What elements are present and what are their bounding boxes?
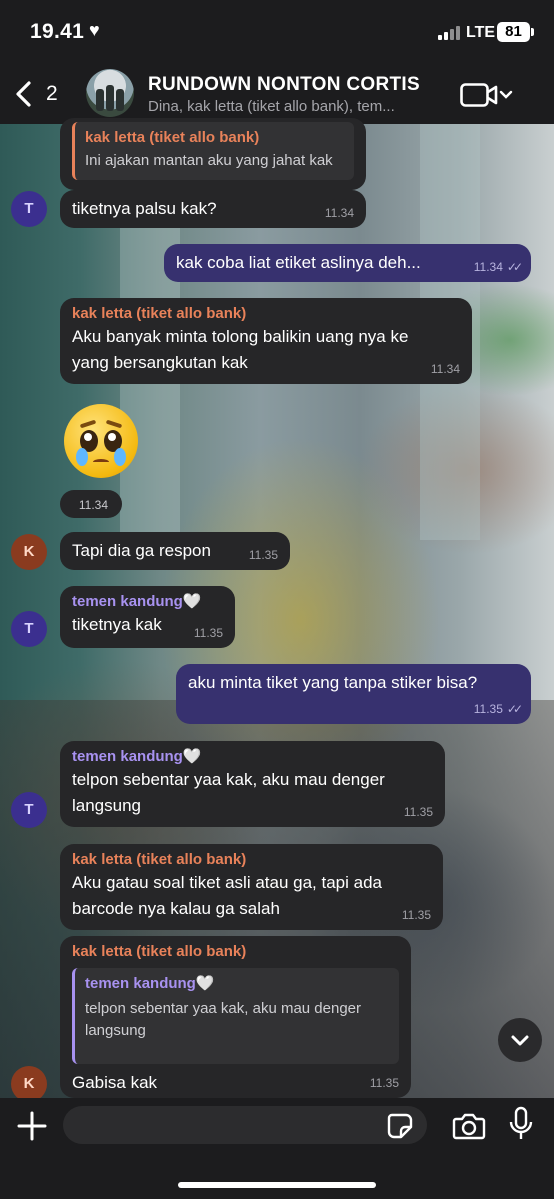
video-call-button[interactable]: [460, 82, 516, 108]
message-text: tiketnya palsu kak?: [72, 199, 217, 218]
microphone-icon: [509, 1106, 533, 1139]
reply-quote[interactable]: kak letta (tiket allo bank) Ini ajakan m…: [72, 122, 354, 180]
unread-count: 2: [46, 82, 58, 105]
sticker-icon: [387, 1113, 413, 1139]
pleading-face-emoji[interactable]: [64, 404, 138, 478]
plus-icon: [17, 1111, 47, 1141]
quote-text: Ini ajakan mantan aku yang jahat kak: [85, 152, 333, 169]
microphone-button[interactable]: [508, 1106, 534, 1142]
camera-icon: [452, 1113, 486, 1140]
attach-button[interactable]: [16, 1110, 48, 1142]
message-time: 11.34: [324, 206, 354, 220]
read-receipt-icon: ✓✓: [506, 260, 523, 274]
chevron-left-icon: [16, 81, 31, 107]
message-text: Tapi dia ga respon: [72, 541, 211, 560]
message-text: yang bersangkutan kak: [72, 353, 248, 372]
message-sender: temen kandung🤍: [72, 593, 202, 610]
message-time: 11.35: [193, 626, 223, 640]
group-avatar[interactable]: [86, 69, 134, 117]
chat-header: 2 RUNDOWN NONTON CORTIS Dina, kak letta …: [0, 66, 554, 124]
message-text: telpon sebentar yaa kak, aku mau denger: [72, 770, 385, 789]
message-bubble[interactable]: tiketnya palsu kak? 11.34: [60, 190, 366, 228]
message-sender: temen kandung🤍: [72, 748, 202, 765]
avatar[interactable]: T: [11, 611, 47, 647]
avatar[interactable]: K: [11, 1066, 47, 1102]
camera-button[interactable]: [452, 1112, 486, 1140]
message-bubble[interactable]: kak letta (tiket allo bank) Aku gatau so…: [60, 844, 443, 930]
video-camera-icon: [460, 83, 513, 107]
message-time-value: 11.34: [473, 260, 503, 274]
message-text: Gabisa kak: [72, 1073, 158, 1092]
group-title[interactable]: RUNDOWN NONTON CORTIS: [148, 74, 420, 96]
quote-sender: kak letta (tiket allo bank): [85, 129, 260, 146]
quote-sender: temen kandung🤍: [85, 975, 215, 992]
message-input[interactable]: [63, 1106, 427, 1144]
battery-icon: [531, 28, 534, 36]
heart-icon: ♥: [89, 20, 100, 40]
network-type: LTE: [466, 24, 496, 41]
message-bubble[interactable]: kak letta (tiket allo bank) Ini ajakan m…: [60, 118, 366, 190]
emoji-time-badge: 11.34: [60, 490, 122, 518]
message-time: 11.34 ✓✓: [473, 260, 523, 274]
message-time: 11.34: [78, 498, 108, 512]
quote-text: telpon sebentar yaa kak, aku mau denger: [85, 1000, 362, 1017]
message-sender: kak letta (tiket allo bank): [72, 305, 247, 322]
read-receipt-icon: ✓✓: [506, 702, 523, 716]
message-text: Aku gatau soal tiket asli atau ga, tapi …: [72, 873, 382, 892]
message-bubble[interactable]: temen kandung🤍 tiketnya kak 11.35: [60, 586, 235, 648]
message-sender: kak letta (tiket allo bank): [72, 851, 247, 868]
reply-quote[interactable]: temen kandung🤍 telpon sebentar yaa kak, …: [72, 968, 399, 1064]
message-time: 11.35 ✓✓: [473, 702, 523, 716]
status-time: 19.41: [30, 20, 85, 43]
message-text: barcode nya kalau ga salah: [72, 899, 280, 918]
composer-bar: [0, 1098, 554, 1199]
message-text: kak coba liat etiket aslinya deh...: [176, 253, 421, 272]
message-sender: kak letta (tiket allo bank): [72, 943, 247, 960]
message-bubble[interactable]: temen kandung🤍 telpon sebentar yaa kak, …: [60, 741, 445, 827]
message-text: Aku banyak minta tolong balikin uang nya…: [72, 327, 409, 346]
status-bar: 19.41 ♥ LTE 81: [0, 0, 554, 66]
avatar[interactable]: T: [11, 191, 47, 227]
scroll-to-bottom-button[interactable]: [498, 1018, 542, 1062]
message-time: 11.35: [401, 908, 431, 922]
chevron-down-icon: [511, 1035, 529, 1046]
back-button[interactable]: 2: [14, 78, 64, 112]
message-time: 11.34: [430, 362, 460, 376]
message-bubble[interactable]: kak coba liat etiket aslinya deh... 11.3…: [164, 244, 531, 282]
avatar[interactable]: T: [11, 792, 47, 828]
quote-text: langsung: [85, 1022, 146, 1039]
message-time: 11.35: [403, 805, 433, 819]
sticker-button[interactable]: [386, 1112, 414, 1140]
message-bubble[interactable]: kak letta (tiket allo bank) Aku banyak m…: [60, 298, 472, 384]
message-bubble[interactable]: kak letta (tiket allo bank) temen kandun…: [60, 936, 411, 1098]
message-time: 11.35: [248, 548, 278, 562]
avatar[interactable]: K: [11, 534, 47, 570]
message-bubble[interactable]: Tapi dia ga respon 11.35: [60, 532, 290, 570]
message-time-value: 11.35: [473, 702, 503, 716]
battery-level: 81: [497, 22, 530, 42]
home-indicator: [178, 1182, 376, 1188]
message-text: langsung: [72, 796, 142, 815]
message-text: aku minta tiket yang tanpa stiker bisa?: [188, 673, 478, 692]
signal-icon: [438, 26, 462, 40]
message-time: 11.35: [369, 1076, 399, 1090]
group-members[interactable]: Dina, kak letta (tiket allo bank), tem..…: [148, 98, 395, 115]
message-bubble[interactable]: aku minta tiket yang tanpa stiker bisa? …: [176, 664, 531, 724]
